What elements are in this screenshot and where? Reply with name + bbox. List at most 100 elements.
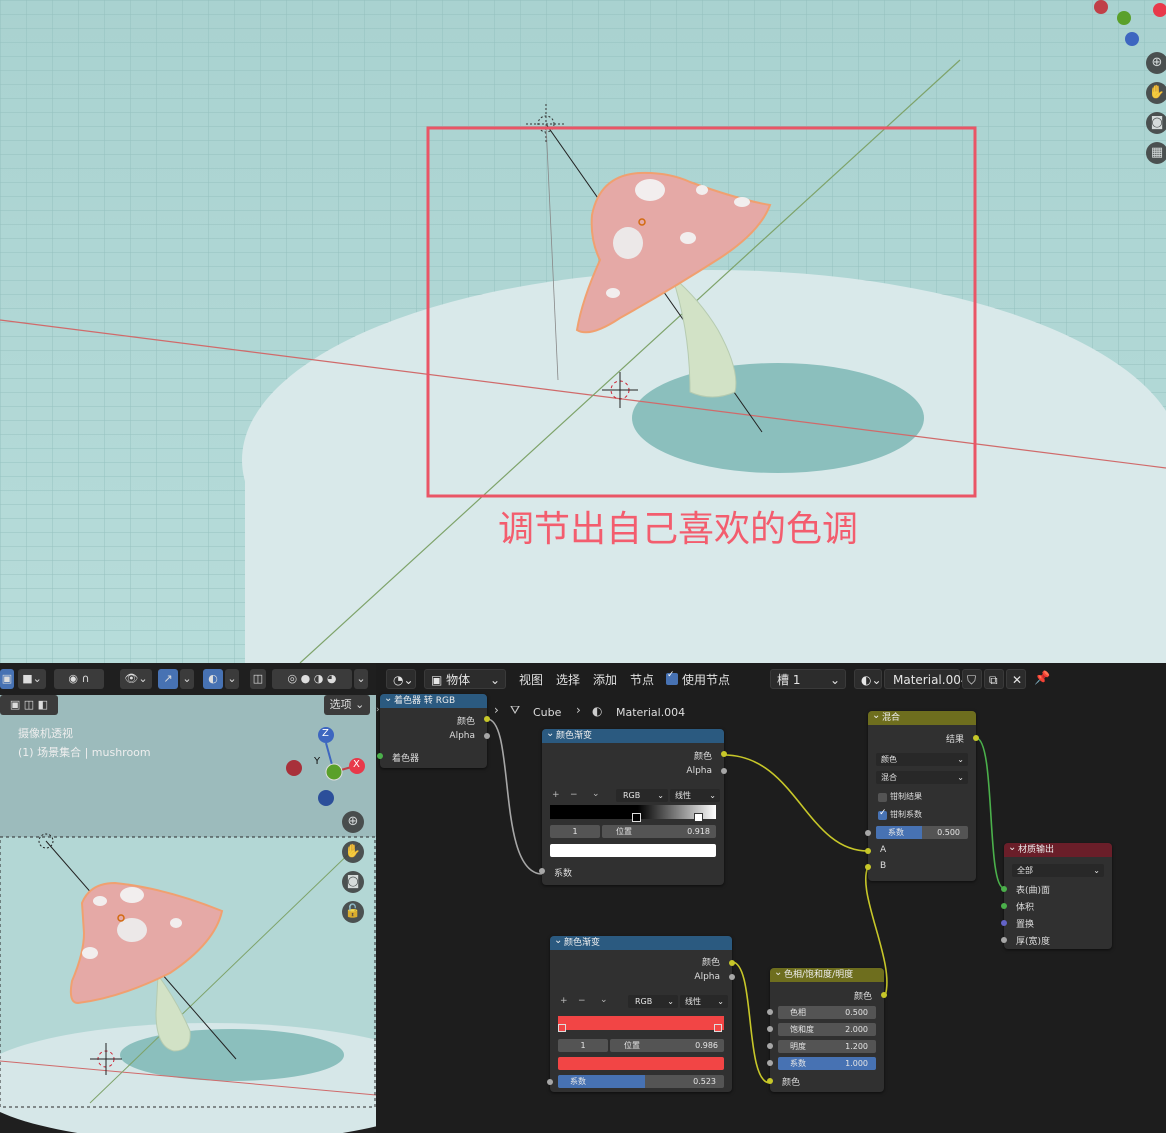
socket-input-color[interactable] (767, 1078, 773, 1084)
shading-dropdown-icon[interactable]: ⌄ (354, 669, 368, 689)
socket-output-alpha[interactable] (729, 974, 735, 980)
socket-input-surface[interactable] (1001, 886, 1007, 892)
socket-input-a[interactable] (865, 848, 871, 854)
position-field[interactable]: 位置 0.918 (602, 825, 716, 838)
socket-input-fac[interactable] (767, 1060, 773, 1066)
clamp-result-checkbox[interactable] (878, 793, 887, 802)
hue-label: 色相 (790, 1008, 806, 1017)
stop-color-swatch[interactable] (558, 1057, 724, 1070)
visibility-icon[interactable]: 👁⌄ (120, 669, 152, 689)
fac-field[interactable]: 系数 1.000 (778, 1057, 876, 1070)
socket-output-alpha[interactable] (484, 733, 490, 739)
fac-slider[interactable]: 系数 0.523 (558, 1075, 724, 1088)
node-header[interactable]: 颜色渐变 (542, 727, 724, 743)
node-header[interactable]: 颜色渐变 (550, 934, 732, 950)
socket-output-result[interactable] (973, 735, 979, 741)
ramp-menu-icon[interactable]: ⌄ (592, 789, 600, 799)
grid-view-icon[interactable]: ▦ (1146, 142, 1166, 164)
socket-input-fac[interactable] (865, 830, 871, 836)
socket-output-color[interactable] (729, 960, 735, 966)
interpolation-value: 线性 (675, 791, 691, 800)
blend-mode-dropdown[interactable]: 混合 ⌄ (876, 771, 968, 784)
socket-input-b[interactable] (865, 864, 871, 870)
socket-input-volume[interactable] (1001, 903, 1007, 909)
color-mode-dropdown[interactable]: RGB ⌄ (628, 995, 678, 1008)
ramp-stop-1[interactable] (714, 1024, 722, 1032)
overlays-icon[interactable]: ◐ (203, 669, 223, 689)
node-header[interactable]: 材质输出 (1004, 841, 1112, 857)
node-header[interactable]: 混合 (868, 709, 976, 725)
node-mix[interactable]: 混合 结果 颜色 ⌄ 混合 ⌄ 钳制结果 钳制系数 系数 0.500 A B (865, 709, 979, 881)
stop-color-swatch[interactable] (550, 844, 716, 857)
gizmo-toggle-icon[interactable]: ↗ (158, 669, 178, 689)
position-field[interactable]: 位置 0.986 (610, 1039, 724, 1052)
node-header[interactable]: 着色器 转 RGB (380, 692, 487, 708)
select-mode-icon[interactable]: ▣ (0, 669, 14, 689)
value-field[interactable]: 明度 1.200 (778, 1040, 876, 1053)
color-mode-dropdown[interactable]: RGB ⌄ (616, 789, 668, 802)
hand-pan-icon[interactable]: ✋ (1146, 82, 1166, 104)
gizmo-z-label: Z (322, 728, 329, 739)
socket-input-shader[interactable] (377, 753, 383, 759)
color-mode-value: RGB (623, 791, 641, 800)
ramp-menu-icon[interactable]: ⌄ (600, 995, 608, 1005)
add-stop-button[interactable]: + (560, 996, 568, 1006)
stop-index-field[interactable]: 1 (558, 1039, 608, 1052)
socket-output-color[interactable] (721, 751, 727, 757)
ramp-stop-0[interactable] (558, 1024, 566, 1032)
socket-output-color[interactable] (484, 716, 490, 722)
interpolation-dropdown[interactable]: 线性 ⌄ (670, 789, 720, 802)
node-material-output[interactable]: 材质输出 全部 ⌄ 表(曲)面 体积 置换 厚(宽)度 (1001, 841, 1112, 949)
saturation-value: 2.000 (845, 1025, 868, 1034)
proportional-edit-icon[interactable]: ◉ ∩ (54, 669, 104, 689)
shading-modes[interactable]: ◎ ● ◑ ◕ (272, 669, 352, 689)
ramp-stop-1[interactable] (694, 813, 703, 822)
hue-field[interactable]: 色相 0.500 (778, 1006, 876, 1019)
view-object-icon[interactable]: ■⌄ (18, 669, 46, 689)
socket-input-thickness[interactable] (1001, 937, 1007, 943)
options-dropdown[interactable]: 选项 ⌄ (324, 695, 370, 715)
node-color-ramp-1[interactable]: 颜色渐变 颜色 Alpha + − ⌄ RGB ⌄ 线性 ⌄ 1 位置 0.91… (539, 727, 727, 885)
socket-output-alpha[interactable] (721, 768, 727, 774)
add-stop-button[interactable]: + (552, 790, 560, 800)
target-dropdown[interactable]: 全部 ⌄ (1012, 864, 1104, 877)
socket-input-fac[interactable] (547, 1079, 553, 1085)
node-shader-to-rgb[interactable]: 着色器 转 RGB 颜色 Alpha 着色器 (377, 692, 490, 768)
socket-input-displacement[interactable] (1001, 920, 1007, 926)
color-ramp-bar[interactable] (558, 1016, 724, 1030)
3d-viewport[interactable]: ⊕ ✋ ◙ ▦ 调节出自己喜欢的色调 (0, 0, 1166, 663)
shader-node-editor[interactable]: ◔⌄ ▣ 物体 ⌄ 视图 选择 添加 节点 使用节点 槽 1 ⌄ ◐⌄ Mate… (376, 663, 1166, 1133)
xray-icon[interactable]: ◫ (250, 669, 266, 689)
options-label: 选项 (329, 698, 352, 711)
select-box-icons[interactable]: ▣ ◫ ◧ (0, 695, 58, 715)
lock-icon[interactable]: 🔓 (342, 901, 364, 923)
socket-input-value[interactable] (767, 1043, 773, 1049)
remove-stop-button[interactable]: − (570, 790, 578, 800)
gizmo-y-label: Y (314, 756, 321, 767)
stop-index-field[interactable]: 1 (550, 825, 600, 838)
socket-output-color[interactable] (881, 992, 887, 998)
ramp-stop-0[interactable] (632, 813, 641, 822)
value-value: 1.200 (845, 1042, 868, 1051)
data-type-dropdown[interactable]: 颜色 ⌄ (876, 753, 968, 766)
socket-input-hue[interactable] (767, 1009, 773, 1015)
camera-viewport[interactable]: Z Y X ▣ ■⌄ ◉ ∩ 👁⌄ ↗ ⌄ ◐ ⌄ ◫ ◎ ● ◑ ◕ ⌄ ▣ … (0, 663, 376, 1133)
hand-pan-icon[interactable]: ✋ (342, 841, 364, 863)
socket-input-fac[interactable] (539, 868, 545, 874)
clamp-factor-checkbox[interactable] (878, 808, 887, 820)
clamp-factor-label: 钳制系数 (890, 810, 922, 819)
socket-input-saturation[interactable] (767, 1026, 773, 1032)
overlays-dropdown-icon[interactable]: ⌄ (225, 669, 239, 689)
interpolation-dropdown[interactable]: 线性 ⌄ (680, 995, 728, 1008)
node-hue-saturation-value[interactable]: 色相/饱和度/明度 颜色 色相 0.500 饱和度 2.000 明度 1.200… (767, 966, 887, 1092)
node-header[interactable]: 色相/饱和度/明度 (770, 966, 884, 982)
saturation-field[interactable]: 饱和度 2.000 (778, 1023, 876, 1036)
zoom-icon[interactable]: ⊕ (342, 811, 364, 833)
remove-stop-button[interactable]: − (578, 996, 586, 1006)
node-color-ramp-2[interactable]: 颜色渐变 颜色 Alpha + − ⌄ RGB ⌄ 线性 ⌄ 1 位置 0.98… (547, 934, 735, 1092)
fac-slider[interactable]: 系数 0.500 (876, 826, 968, 839)
zoom-icon[interactable]: ⊕ (1146, 52, 1166, 74)
camera-icon[interactable]: ◙ (342, 871, 364, 893)
gizmo-dropdown-icon[interactable]: ⌄ (180, 669, 194, 689)
camera-icon[interactable]: ◙ (1146, 112, 1166, 134)
